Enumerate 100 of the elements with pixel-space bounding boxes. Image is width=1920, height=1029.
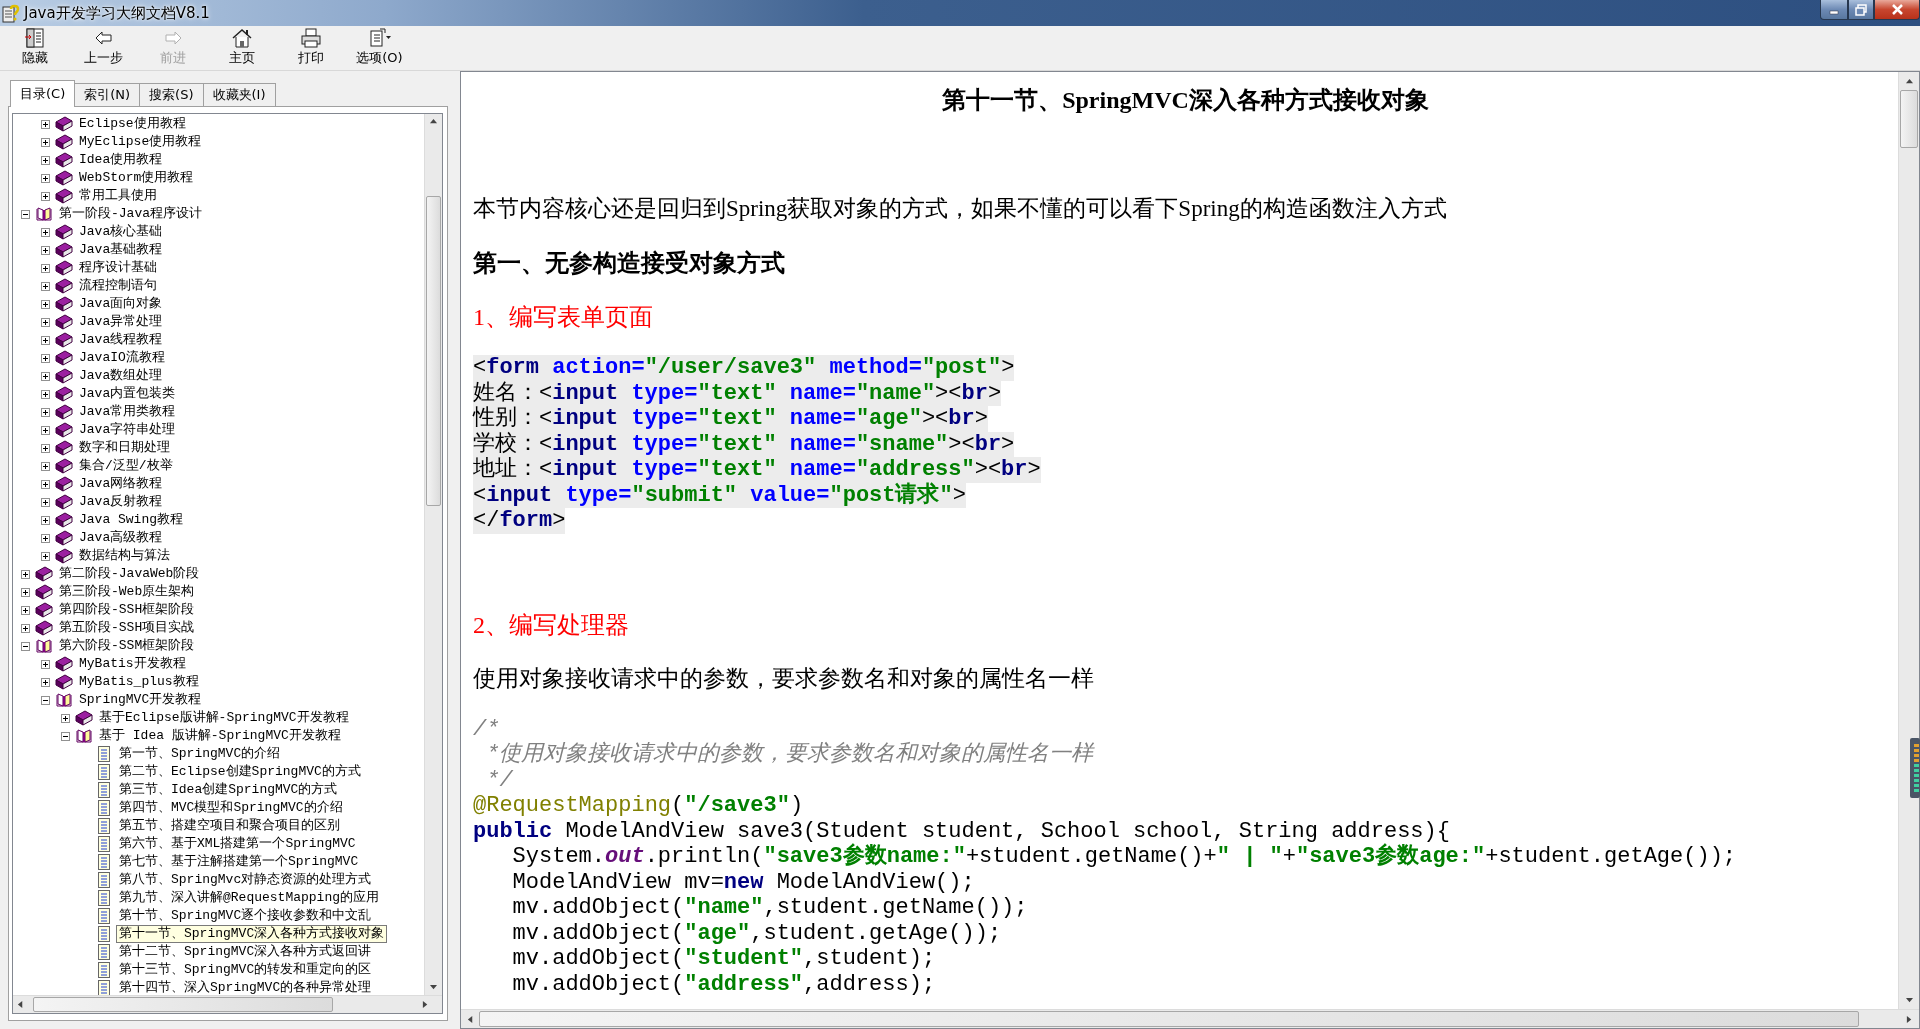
left-arrow-icon[interactable]: [16, 1001, 24, 1008]
expand-icon[interactable]: [40, 281, 50, 291]
tree-item[interactable]: Java高级教程: [76, 529, 166, 547]
tree-item[interactable]: Java基础教程: [76, 241, 166, 259]
tree-item[interactable]: 第五阶段-SSH项目实战: [56, 619, 198, 637]
tree-item[interactable]: 程序设计基础: [76, 259, 160, 277]
tree-item[interactable]: 第六阶段-SSM框架阶段: [56, 637, 198, 655]
expand-icon[interactable]: [40, 173, 50, 183]
tree-item[interactable]: Java数组处理: [76, 367, 166, 385]
collapse-icon[interactable]: [20, 641, 30, 651]
expand-icon[interactable]: [40, 497, 50, 507]
home-button[interactable]: 主页: [207, 26, 276, 70]
horizontal-scrollbar[interactable]: [13, 995, 442, 1013]
tree-item[interactable]: WebStorm使用教程: [76, 169, 197, 187]
expand-icon[interactable]: [40, 551, 50, 561]
scrollbar-thumb[interactable]: [426, 196, 441, 506]
expand-icon[interactable]: [40, 245, 50, 255]
tree-item[interactable]: SpringMVC开发教程: [76, 691, 205, 709]
expand-icon[interactable]: [20, 587, 30, 597]
expand-icon[interactable]: [60, 713, 70, 723]
hide-button[interactable]: 隐藏: [0, 26, 69, 70]
tree-item[interactable]: 第十节、SpringMVC逐个接收参数和中文乱: [116, 907, 375, 925]
close-button[interactable]: [1874, 0, 1920, 20]
tree-item[interactable]: 数据结构与算法: [76, 547, 173, 565]
tree-item[interactable]: Java网络教程: [76, 475, 166, 493]
tree-item[interactable]: JavaIO流教程: [76, 349, 168, 367]
expand-icon[interactable]: [40, 425, 50, 435]
minimize-button[interactable]: [1820, 0, 1848, 20]
expand-icon[interactable]: [40, 389, 50, 399]
expand-icon[interactable]: [40, 227, 50, 237]
tree-item[interactable]: Java字符串处理: [76, 421, 179, 439]
tree-item[interactable]: 第六节、基于XML搭建第一个SpringMVC: [116, 835, 359, 853]
tree-item[interactable]: 第一节、SpringMVC的介绍: [116, 745, 284, 763]
tree-item[interactable]: 第四阶段-SSH框架阶段: [56, 601, 198, 619]
tree-item[interactable]: 数字和日期处理: [76, 439, 173, 457]
expand-icon[interactable]: [20, 623, 30, 633]
print-button[interactable]: 打印: [276, 26, 345, 70]
tree-item[interactable]: 第七节、基于注解搭建第一个SpringMVC: [116, 853, 362, 871]
tree-item[interactable]: Idea使用教程: [76, 151, 166, 169]
expand-icon[interactable]: [40, 461, 50, 471]
right-arrow-icon[interactable]: [1905, 1015, 1913, 1023]
expand-icon[interactable]: [40, 533, 50, 543]
tree-item[interactable]: Java常用类教程: [76, 403, 179, 421]
collapse-icon[interactable]: [20, 209, 30, 219]
left-arrow-icon[interactable]: [466, 1015, 474, 1023]
tree-item[interactable]: 第二阶段-JavaWeb阶段: [56, 565, 203, 583]
expand-icon[interactable]: [20, 605, 30, 615]
up-arrow-icon[interactable]: [1905, 77, 1913, 85]
options-button[interactable]: 选项(O): [345, 26, 414, 70]
tree-item[interactable]: Java内置包装类: [76, 385, 179, 403]
tree-item[interactable]: 第十一节、SpringMVC深入各种方式接收对象: [116, 925, 388, 943]
tree-item[interactable]: 第三节、Idea创建SpringMVC的方式: [116, 781, 341, 799]
scrollbar-thumb[interactable]: [33, 997, 333, 1012]
expand-icon[interactable]: [40, 191, 50, 201]
expand-icon[interactable]: [40, 353, 50, 363]
vertical-scrollbar[interactable]: [424, 114, 442, 995]
tree-item[interactable]: MyBatis_plus教程: [76, 673, 202, 691]
tree-item[interactable]: 基于 Idea 版讲解-SpringMVC开发教程: [96, 727, 344, 745]
tree-item[interactable]: 第十四节、深入SpringMVC的各种异常处理: [116, 979, 375, 995]
down-arrow-icon[interactable]: [1905, 996, 1913, 1004]
collapse-icon[interactable]: [40, 695, 50, 705]
expand-icon[interactable]: [40, 443, 50, 453]
maximize-button[interactable]: [1848, 0, 1874, 20]
vertical-scrollbar[interactable]: [1898, 72, 1919, 1009]
tree-item[interactable]: 第十三节、SpringMVC的转发和重定向的区: [116, 961, 375, 979]
tree-item[interactable]: Eclipse使用教程: [76, 115, 189, 133]
tree-item[interactable]: 常用工具使用: [76, 187, 160, 205]
expand-icon[interactable]: [40, 515, 50, 525]
tab[interactable]: 收藏夹(I): [202, 83, 276, 106]
tree-item[interactable]: 第一阶段-Java程序设计: [56, 205, 205, 223]
tree-item[interactable]: Java核心基础: [76, 223, 166, 241]
tree-item[interactable]: 第八节、SpringMvc对静态资源的处理方式: [116, 871, 375, 889]
expand-icon[interactable]: [40, 371, 50, 381]
expand-icon[interactable]: [40, 407, 50, 417]
tree-item[interactable]: 第二节、Eclipse创建SpringMVC的方式: [116, 763, 364, 781]
expand-icon[interactable]: [40, 155, 50, 165]
tree-item[interactable]: Java Swing教程: [76, 511, 186, 529]
tree-item[interactable]: MyEclipse使用教程: [76, 133, 205, 151]
collapse-icon[interactable]: [60, 731, 70, 741]
tree-item[interactable]: 流程控制语句: [76, 277, 160, 295]
tree-item[interactable]: Java线程教程: [76, 331, 166, 349]
scrollbar-thumb[interactable]: [479, 1011, 1859, 1027]
tab[interactable]: 目录(C): [10, 80, 76, 107]
expand-icon[interactable]: [20, 569, 30, 579]
expand-icon[interactable]: [40, 479, 50, 489]
down-arrow-icon[interactable]: [430, 983, 437, 991]
tree-item[interactable]: Java面向对象: [76, 295, 166, 313]
tree-item[interactable]: 基于Eclipse版讲解-SpringMVC开发教程: [96, 709, 352, 727]
tree-item[interactable]: Java异常处理: [76, 313, 166, 331]
expand-icon[interactable]: [40, 677, 50, 687]
expand-icon[interactable]: [40, 317, 50, 327]
tree-item[interactable]: 第十二节、SpringMVC深入各种方式返回讲: [116, 943, 375, 961]
expand-icon[interactable]: [40, 335, 50, 345]
tree-item[interactable]: 集合/泛型/枚举: [76, 457, 176, 475]
expand-icon[interactable]: [40, 263, 50, 273]
expand-icon[interactable]: [40, 137, 50, 147]
expand-icon[interactable]: [40, 119, 50, 129]
expand-icon[interactable]: [40, 659, 50, 669]
back-button[interactable]: 上一步: [69, 26, 138, 70]
tree-item[interactable]: MyBatis开发教程: [76, 655, 189, 673]
